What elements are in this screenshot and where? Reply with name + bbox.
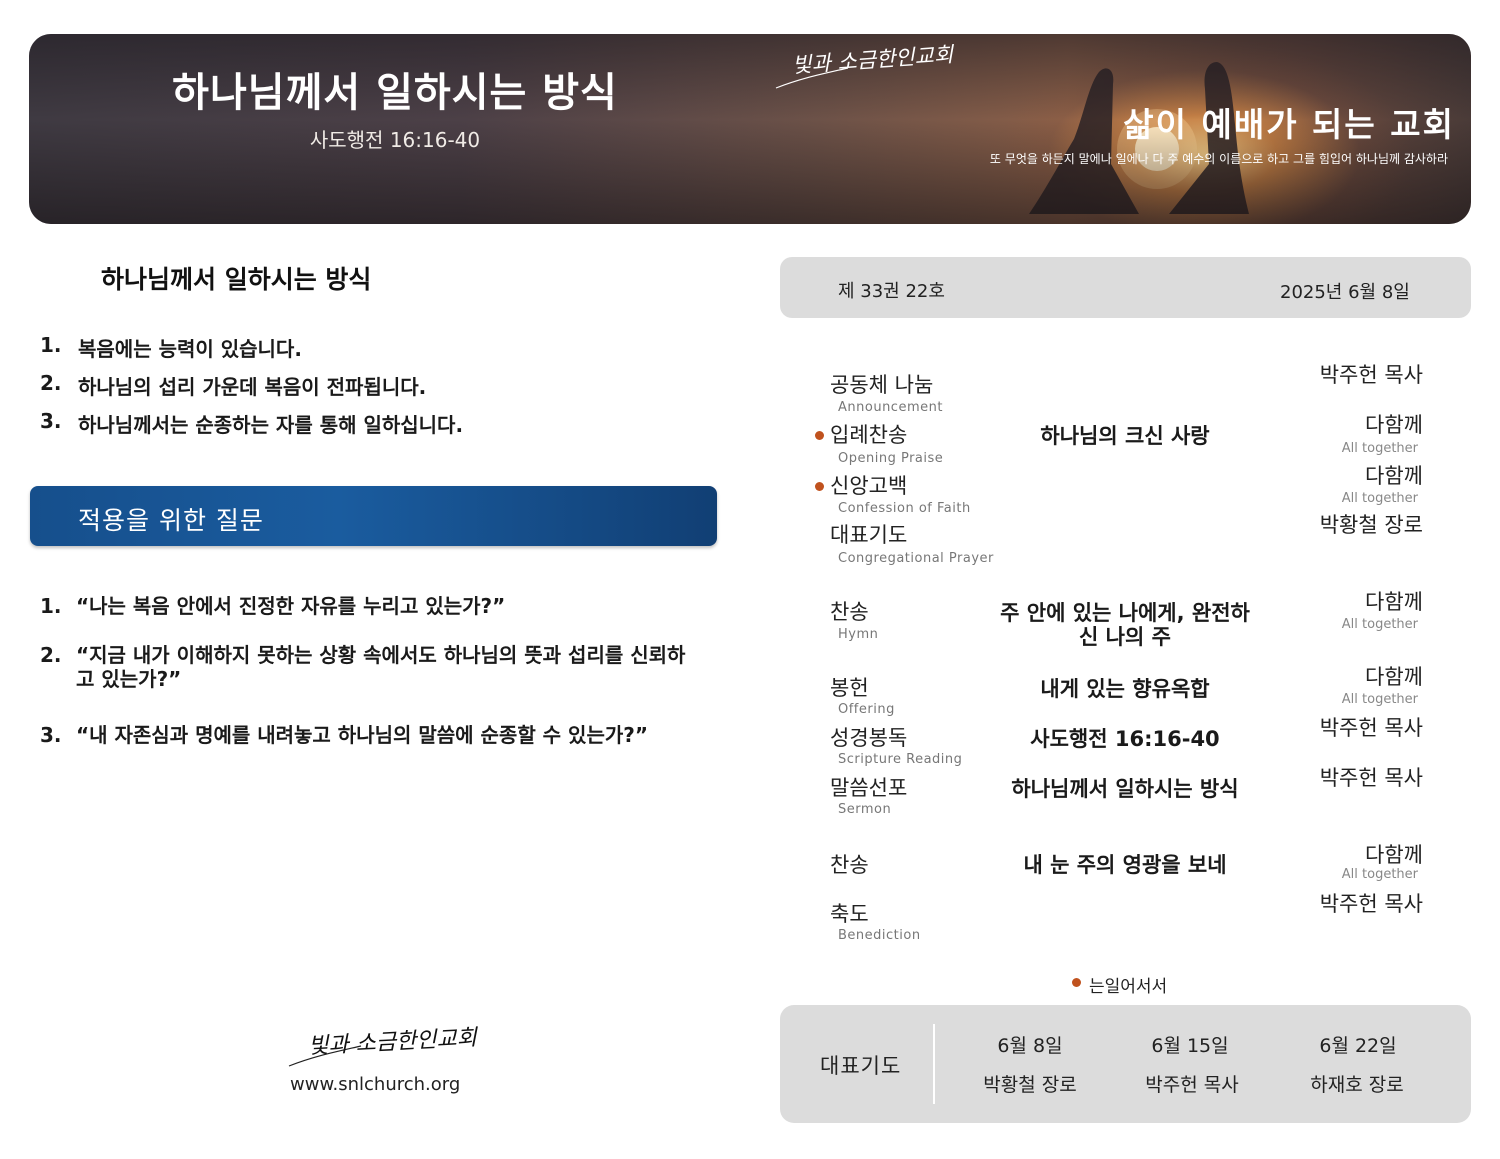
- banner-title: 하나님께서 일하시는 방식: [172, 70, 618, 116]
- prayer-name: 박황철 장로: [983, 1074, 1077, 1096]
- worship-item-label: 대표기도: [830, 523, 908, 547]
- worship-item-english: Confession of Faith: [838, 501, 971, 516]
- point-number: 3.: [40, 409, 62, 433]
- prayer-divider: [933, 1024, 935, 1104]
- worship-item-label: 봉헌: [830, 676, 869, 700]
- question-text: “내 자존심과 명예를 내려놓고 하나님의 말씀에 순종할 수 있는가?”: [76, 723, 648, 747]
- worship-item-label: 신앙고백: [830, 474, 908, 498]
- worship-item-leader: 박주헌 목사: [1319, 363, 1423, 387]
- standing-dot-icon: [815, 482, 824, 491]
- church-slogan: 삶이 예배가 되는 교회: [1123, 105, 1455, 144]
- worship-item-label: 찬송: [830, 853, 869, 877]
- standing-dot-icon: [1072, 978, 1081, 987]
- worship-item-leader: 박주헌 목사: [1319, 716, 1423, 740]
- prayer-date: 6월 22일: [1319, 1035, 1397, 1057]
- worship-item-leader: 다함께: [1365, 413, 1423, 437]
- worship-item-leader-english: All together: [1341, 692, 1418, 707]
- church-website-link[interactable]: www.snlchurch.org: [290, 1074, 460, 1095]
- sermon-point: 1. 복음에는 능력이 있습니다.: [40, 333, 463, 371]
- worship-item-english: Sermon: [838, 802, 892, 817]
- standing-note: 는일어서서: [1089, 977, 1168, 997]
- worship-item-label: 축도: [830, 902, 869, 926]
- worship-item-title: 내게 있는 향유옥합: [1040, 677, 1210, 701]
- worship-item-english: Opening Praise: [838, 451, 944, 466]
- prayer-schedule-label: 대표기도: [820, 1054, 902, 1078]
- prayer-name: 박주헌 목사: [1145, 1074, 1239, 1096]
- application-question: 2. “지금 내가 이해하지 못하는 상황 속에서도 하나님의 뜻과 섭리를 신…: [40, 643, 686, 691]
- question-number: 3.: [40, 723, 62, 747]
- worship-item-label: 찬송: [830, 600, 869, 624]
- worship-item-label: 성경봉독: [830, 726, 908, 750]
- worship-item-leader-english: All together: [1341, 867, 1418, 882]
- prayer-name: 하재호 장로: [1310, 1074, 1404, 1096]
- worship-item-leader: 다함께: [1365, 665, 1423, 689]
- issue-number: 제 33권 22호: [838, 281, 945, 302]
- worship-item-title: 사도행전 16:16-40: [1030, 727, 1220, 751]
- worship-item-english: Announcement: [838, 400, 943, 415]
- worship-item-label: 입례찬송: [830, 423, 908, 447]
- sermon-point: 3. 하나님께서는 순종하는 자를 통해 일하십니다.: [40, 409, 463, 447]
- worship-item-title: 하나님께서 일하시는 방식: [1011, 777, 1239, 801]
- worship-item-leader: 다함께: [1365, 843, 1423, 867]
- worship-item-leader-english: All together: [1341, 617, 1418, 632]
- worship-item-title: 내 눈 주의 영광을 보네: [1023, 853, 1227, 877]
- worship-item-leader: 다함께: [1365, 590, 1423, 614]
- worship-item-leader: 박황철 장로: [1319, 513, 1423, 537]
- banner-verse: 또 무엇을 하든지 말에나 일에나 다 주 예수의 이름으로 하고 그를 힘입어…: [989, 152, 1448, 166]
- worship-item-leader: 다함께: [1365, 464, 1423, 488]
- standing-dot-icon: [815, 431, 824, 440]
- worship-item-label: 말씀선포: [830, 776, 908, 800]
- question-number: 2.: [40, 643, 62, 667]
- sermon-points: 1. 복음에는 능력이 있습니다. 2. 하나님의 섭리 가운데 복음이 전파됩니다…: [40, 333, 463, 447]
- point-text: 하나님께서는 순종하는 자를 통해 일하십니다.: [78, 413, 464, 437]
- worship-item-leader: 박주헌 목사: [1319, 892, 1423, 916]
- point-text: 하나님의 섭리 가운데 복음이 전파됩니다.: [78, 375, 427, 399]
- point-text: 복음에는 능력이 있습니다.: [78, 337, 302, 361]
- point-number: 2.: [40, 371, 62, 395]
- point-number: 1.: [40, 333, 62, 357]
- sermon-title: 하나님께서 일하시는 방식: [101, 265, 372, 294]
- prayer-date: 6월 15일: [1151, 1035, 1229, 1057]
- worship-item-title: 주 안에 있는 나에게, 완전하신 나의 주: [1000, 601, 1250, 649]
- worship-item-leader-english: All together: [1341, 491, 1418, 506]
- worship-item-leader-english: All together: [1341, 441, 1418, 456]
- application-heading-bar: 적용을 위한 질문: [30, 486, 717, 546]
- worship-item-english: Offering: [838, 702, 895, 717]
- worship-item-english: Hymn: [838, 627, 879, 642]
- question-text: “나는 복음 안에서 진정한 자유를 누리고 있는가?”: [76, 594, 506, 618]
- worship-item-title: 하나님의 크신 사랑: [1040, 424, 1210, 448]
- footer-church-logo: 빛과 소금한인교회: [307, 1025, 478, 1060]
- worship-item-leader: 박주헌 목사: [1319, 766, 1423, 790]
- prayer-date: 6월 8일: [997, 1035, 1063, 1057]
- worship-item-label: 공동체 나눔: [830, 373, 934, 397]
- worship-item-english: Benediction: [838, 928, 921, 943]
- question-text: “지금 내가 이해하지 못하는 상황 속에서도 하나님의 뜻과 섭리를 신뢰하고…: [76, 643, 686, 691]
- question-number: 1.: [40, 594, 62, 618]
- application-question: 3. “내 자존심과 명예를 내려놓고 하나님의 말씀에 순종할 수 있는가?”: [40, 723, 736, 747]
- issue-date: 2025년 6월 8일: [1280, 282, 1410, 303]
- application-heading: 적용을 위한 질문: [78, 506, 264, 535]
- banner-scripture-reference: 사도행전 16:16-40: [309, 128, 481, 152]
- worship-item-english: Congregational Prayer: [838, 551, 994, 566]
- application-question: 1. “나는 복음 안에서 진정한 자유를 누리고 있는가?”: [40, 594, 706, 618]
- worship-item-english: Scripture Reading: [838, 752, 963, 767]
- sermon-point: 2. 하나님의 섭리 가운데 복음이 전파됩니다.: [40, 371, 463, 409]
